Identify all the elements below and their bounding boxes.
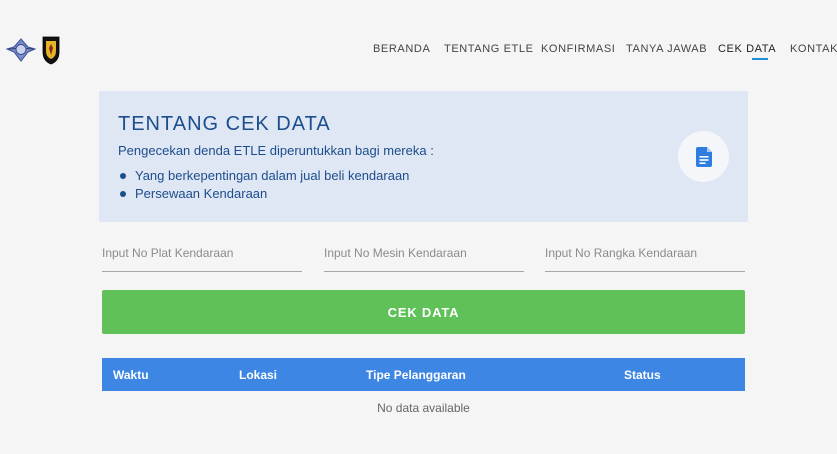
column-header-waktu[interactable]: Waktu — [113, 368, 149, 382]
empty-table-message: No data available — [377, 401, 470, 415]
results-table-header: Waktu Lokasi Tipe Pelanggaran Status — [102, 358, 745, 391]
nav-beranda[interactable]: BERANDA — [373, 43, 430, 55]
frame-number-input[interactable] — [545, 240, 745, 272]
about-bullet-item: Persewaan Kendaraan — [118, 185, 409, 203]
engine-number-input[interactable] — [324, 240, 524, 272]
main-nav: BERANDA TENTANG ETLE KONFIRMASI TANYA JA… — [0, 43, 837, 63]
nav-konfirmasi[interactable]: KONFIRMASI — [541, 43, 615, 55]
about-title: TENTANG CEK DATA — [118, 113, 331, 135]
document-icon — [695, 146, 712, 167]
about-bullet-item: Yang berkepentingan dalam jual beli kend… — [118, 167, 409, 185]
column-header-status[interactable]: Status — [624, 368, 661, 382]
cek-data-button[interactable]: CEK DATA — [102, 290, 745, 334]
nav-tentang-etle[interactable]: TENTANG ETLE — [444, 43, 534, 55]
column-header-lokasi[interactable]: Lokasi — [239, 368, 277, 382]
nav-cek-data[interactable]: CEK DATA — [718, 43, 776, 55]
about-description: Pengecekan denda ETLE diperuntukkan bagi… — [118, 143, 434, 158]
active-nav-indicator — [752, 58, 768, 60]
document-icon-badge — [678, 131, 729, 182]
nav-kontak[interactable]: KONTAK — [790, 43, 837, 55]
plate-number-input[interactable] — [102, 240, 302, 272]
about-cek-data-panel: TENTANG CEK DATA Pengecekan denda ETLE d… — [99, 91, 748, 222]
column-header-tipe-pelanggaran[interactable]: Tipe Pelanggaran — [366, 368, 466, 382]
nav-tanya-jawab[interactable]: TANYA JAWAB — [626, 43, 707, 55]
about-bullets: Yang berkepentingan dalam jual beli kend… — [118, 167, 409, 203]
site-header: BERANDA TENTANG ETLE KONFIRMASI TANYA JA… — [0, 0, 837, 90]
